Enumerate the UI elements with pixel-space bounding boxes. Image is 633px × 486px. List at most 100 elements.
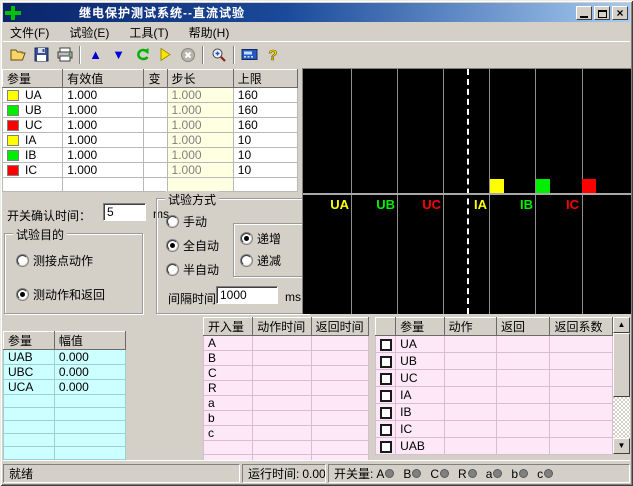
col-header-input: 开入量 xyxy=(204,318,253,336)
table-row: R xyxy=(204,381,369,396)
open-button[interactable] xyxy=(7,44,30,66)
interval-input[interactable] xyxy=(216,286,278,304)
value-cell[interactable]: 1.000 xyxy=(63,118,144,133)
switch-indicator-R: R xyxy=(458,467,483,481)
menu-file[interactable]: 文件(F) xyxy=(3,22,56,43)
checkbox[interactable] xyxy=(380,373,392,385)
radio-icon-selected xyxy=(17,289,28,300)
reset-icon xyxy=(134,47,150,62)
limit-cell[interactable]: 160 xyxy=(233,103,297,118)
table-row: UC 1.000 1.000 160 xyxy=(3,118,298,133)
step-cell: 1.000 xyxy=(167,148,233,163)
checkbox[interactable] xyxy=(380,390,392,402)
maximize-button[interactable] xyxy=(594,6,610,20)
table-row: UB xyxy=(376,353,613,370)
toolbar-separator xyxy=(233,46,235,64)
radio-increment[interactable]: 递增 xyxy=(241,230,281,247)
stop-button[interactable] xyxy=(176,44,199,66)
limit-cell[interactable]: 160 xyxy=(233,88,297,103)
change-cell[interactable] xyxy=(144,118,167,133)
radio-manual[interactable]: 手动 xyxy=(167,213,207,230)
change-cell[interactable] xyxy=(144,88,167,103)
save-button[interactable] xyxy=(30,44,53,66)
step-cell: 1.000 xyxy=(167,88,233,103)
change-cell[interactable] xyxy=(144,133,167,148)
scrollbar-thumb[interactable] xyxy=(613,333,630,397)
channel-label-ub: UB xyxy=(355,197,395,212)
value-cell[interactable]: 1.000 xyxy=(63,148,144,163)
radio-action-and-return[interactable]: 测动作和返回 xyxy=(17,286,105,303)
instrument-button[interactable] xyxy=(238,44,261,66)
limit-cell[interactable]: 10 xyxy=(233,163,297,178)
switch-state-icon xyxy=(544,469,553,478)
app-icon xyxy=(5,6,21,20)
table-row: UCA0.000 xyxy=(4,380,126,395)
value-cell[interactable]: 1.000 xyxy=(63,163,144,178)
test-purpose-title: 试验目的 xyxy=(13,226,67,243)
step-cell: 1.000 xyxy=(167,118,233,133)
help-button[interactable]: ? xyxy=(261,44,284,66)
table-row-empty xyxy=(204,441,369,455)
print-icon xyxy=(57,47,73,62)
channel-label-ia: IA xyxy=(447,197,487,212)
change-cell[interactable] xyxy=(144,163,167,178)
value-cell[interactable]: 1.000 xyxy=(63,103,144,118)
change-cell[interactable] xyxy=(144,148,167,163)
table-row: UA xyxy=(376,336,613,353)
switch-confirm-label: 开关确认时间： xyxy=(7,207,91,224)
switch-indicator-a: a xyxy=(486,467,509,481)
limit-cell[interactable]: 10 xyxy=(233,133,297,148)
cursor-dashed-line xyxy=(467,69,469,314)
radio-semi-auto[interactable]: 半自动 xyxy=(167,261,219,278)
test-mode-group: 试验方式 手动 全自动 半自动 递增 递减 间隔时间 ms xyxy=(156,198,309,314)
parameter-table: 参量 有效值 变 步长 上限 UA 1.000 1.000 160 UB 1.0… xyxy=(2,69,298,192)
limit-cell[interactable]: 160 xyxy=(233,118,297,133)
print-button[interactable] xyxy=(53,44,76,66)
table-row: IC 1.000 1.000 10 xyxy=(3,163,298,178)
switch-confirm-input[interactable] xyxy=(103,203,146,221)
switch-indicator-c: c xyxy=(537,467,559,481)
toolbar-separator xyxy=(202,46,204,64)
result-table-scrollbar[interactable]: ▲ ▼ xyxy=(613,317,630,454)
radio-icon xyxy=(241,255,252,266)
switch-state-icon xyxy=(412,469,421,478)
color-swatch xyxy=(7,90,19,101)
table-row-empty xyxy=(4,408,126,421)
output-chart: UA UB UC IA IB IC xyxy=(302,68,631,314)
checkbox[interactable] xyxy=(380,424,392,436)
zoom-button[interactable] xyxy=(207,44,230,66)
menu-test[interactable]: 试验(E) xyxy=(62,22,116,43)
open-icon xyxy=(10,47,27,62)
bar-ib xyxy=(536,179,550,193)
radio-contact-action[interactable]: 测接点动作 xyxy=(17,252,93,269)
bar-ia xyxy=(490,179,504,193)
minimize-button[interactable] xyxy=(576,6,592,20)
step-up-button[interactable]: ▲ xyxy=(84,44,107,66)
status-runtime-panel: 运行时间: 0.00s xyxy=(242,464,326,483)
close-button[interactable]: × xyxy=(612,6,628,20)
axis-line xyxy=(303,193,631,195)
change-cell[interactable] xyxy=(144,103,167,118)
limit-cell[interactable]: 10 xyxy=(233,148,297,163)
value-cell[interactable]: 1.000 xyxy=(63,133,144,148)
checkbox[interactable] xyxy=(380,441,392,453)
scroll-down-button[interactable]: ▼ xyxy=(613,438,630,454)
menu-tools[interactable]: 工具(T) xyxy=(122,22,175,43)
table-row: IA 1.000 1.000 10 xyxy=(3,133,298,148)
param-name: UA xyxy=(25,88,42,102)
reset-button[interactable] xyxy=(130,44,153,66)
radio-full-auto[interactable]: 全自动 xyxy=(167,237,219,254)
checkbox[interactable] xyxy=(380,407,392,419)
table-row-empty xyxy=(4,395,126,408)
color-swatch xyxy=(7,150,19,161)
value-cell[interactable]: 1.000 xyxy=(63,88,144,103)
step-down-button[interactable]: ▼ xyxy=(107,44,130,66)
close-icon: × xyxy=(616,6,623,20)
col-header-return-coef: 返回系数 xyxy=(550,318,613,336)
radio-decrement[interactable]: 递减 xyxy=(241,252,281,269)
checkbox[interactable] xyxy=(380,356,392,368)
checkbox[interactable] xyxy=(380,339,392,351)
start-button[interactable] xyxy=(153,44,176,66)
scroll-up-button[interactable]: ▲ xyxy=(613,317,630,333)
menu-help[interactable]: 帮助(H) xyxy=(182,22,237,43)
